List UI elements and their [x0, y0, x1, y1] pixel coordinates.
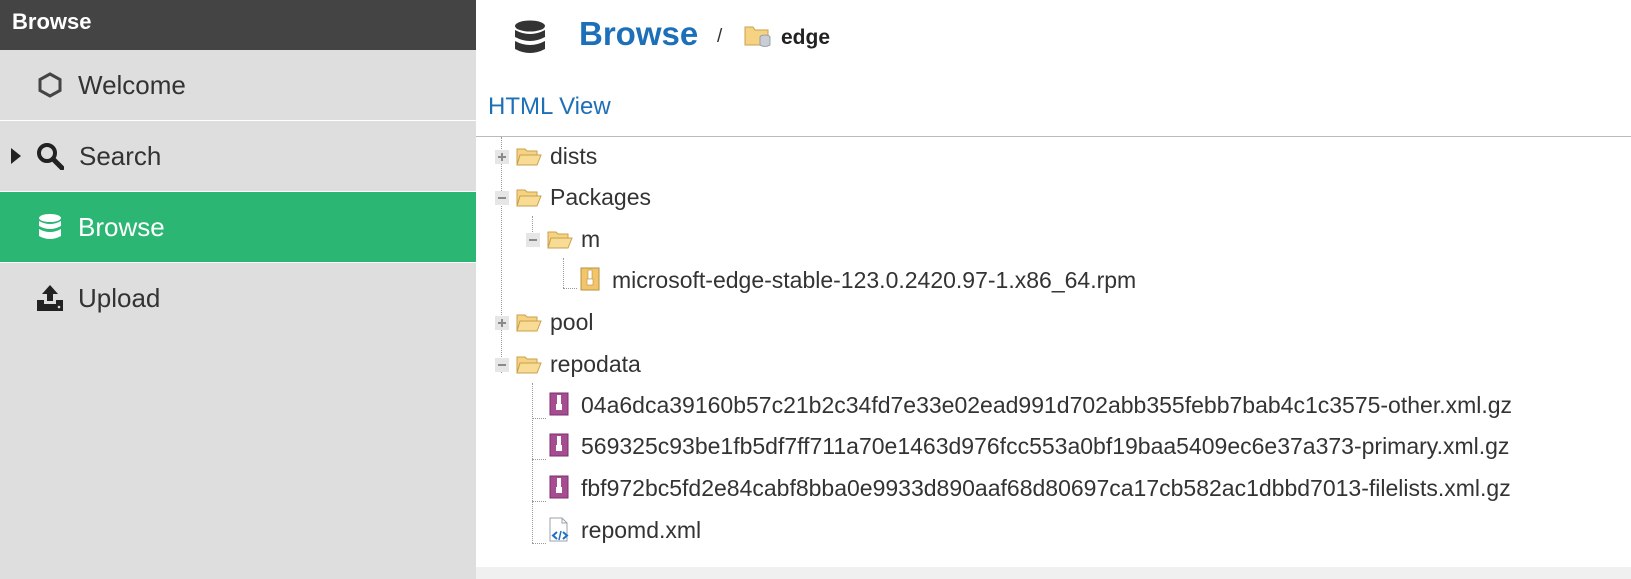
main-panel: Browse / edge HTML View dists Packages m… — [476, 0, 1631, 579]
breadcrumb-current: edge — [781, 26, 831, 49]
folder-open-icon — [516, 147, 542, 172]
file-tree: dists Packages m microsoft-edge-stable-1… — [476, 137, 1631, 567]
sidebar-item-browse[interactable]: Browse — [0, 192, 476, 262]
tree-node-label[interactable]: Packages — [550, 184, 651, 211]
sidebar-item-upload[interactable]: Upload — [0, 263, 476, 333]
gzip-file-icon — [549, 433, 569, 462]
sidebar-item-label: Search — [79, 140, 162, 171]
gzip-file-icon — [549, 392, 569, 421]
hexagon-icon — [36, 71, 64, 99]
collapse-toggle[interactable] — [495, 191, 509, 205]
tree-connector — [532, 459, 546, 460]
breadcrumb-separator: / — [717, 26, 723, 47]
upload-icon — [36, 284, 64, 312]
tree-node-label[interactable]: 04a6dca39160b57c21b2c34fd7e33e02ead991d7… — [581, 392, 1512, 419]
tree-connector — [501, 137, 502, 373]
search-icon — [36, 142, 64, 170]
folder-open-icon — [516, 188, 542, 213]
folder-database-icon — [744, 23, 772, 54]
xml-file-icon — [548, 517, 572, 548]
app-window: Browse Welcome Search Browse Upload Brow… — [0, 0, 1631, 579]
tree-node-label[interactable]: m — [581, 226, 600, 253]
tree-connector — [532, 383, 533, 543]
html-view-link[interactable]: HTML View — [488, 93, 611, 121]
gzip-file-icon — [549, 475, 569, 504]
tree-node-label[interactable]: repomd.xml — [581, 517, 701, 544]
tree-node-label[interactable]: dists — [550, 143, 597, 170]
archive-file-icon — [580, 267, 600, 296]
collapse-toggle[interactable] — [526, 233, 540, 247]
expand-toggle[interactable] — [495, 150, 509, 164]
tree-connector — [532, 501, 546, 502]
sidebar-item-label: Welcome — [78, 69, 186, 100]
tree-node-label[interactable]: microsoft-edge-stable-123.0.2420.97-1.x8… — [612, 267, 1136, 294]
breadcrumb: Browse / edge — [476, 0, 1631, 70]
database-icon — [36, 213, 64, 241]
sidebar-item-label: Upload — [78, 282, 161, 313]
tree-node-label[interactable]: 569325c93be1fb5df7ff711a70e1463d976fcc55… — [581, 433, 1509, 460]
expand-caret-icon[interactable] — [11, 148, 21, 164]
sidebar-item-search[interactable]: Search — [0, 121, 476, 191]
sidebar: Browse Welcome Search Browse Upload — [0, 0, 476, 579]
bottom-strip — [476, 567, 1631, 579]
tree-node-label[interactable]: fbf972bc5fd2e84cabf8bba0e9933d890aaf68d8… — [581, 475, 1511, 502]
tree-connector — [563, 288, 577, 289]
tree-node-label[interactable]: pool — [550, 309, 593, 336]
expand-toggle[interactable] — [495, 316, 509, 330]
tree-connector — [563, 258, 564, 288]
collapse-toggle[interactable] — [495, 358, 509, 372]
folder-open-icon — [516, 355, 542, 380]
folder-open-icon — [516, 313, 542, 338]
tree-node-label[interactable]: repodata — [550, 351, 641, 378]
sidebar-title: Browse — [0, 0, 476, 50]
folder-open-icon — [547, 230, 573, 255]
tree-connector — [532, 543, 546, 544]
database-icon — [514, 20, 546, 61]
tree-connector — [532, 418, 546, 419]
sidebar-item-label: Browse — [78, 211, 165, 242]
breadcrumb-root-link[interactable]: Browse — [579, 15, 698, 53]
sidebar-item-welcome[interactable]: Welcome — [0, 50, 476, 120]
